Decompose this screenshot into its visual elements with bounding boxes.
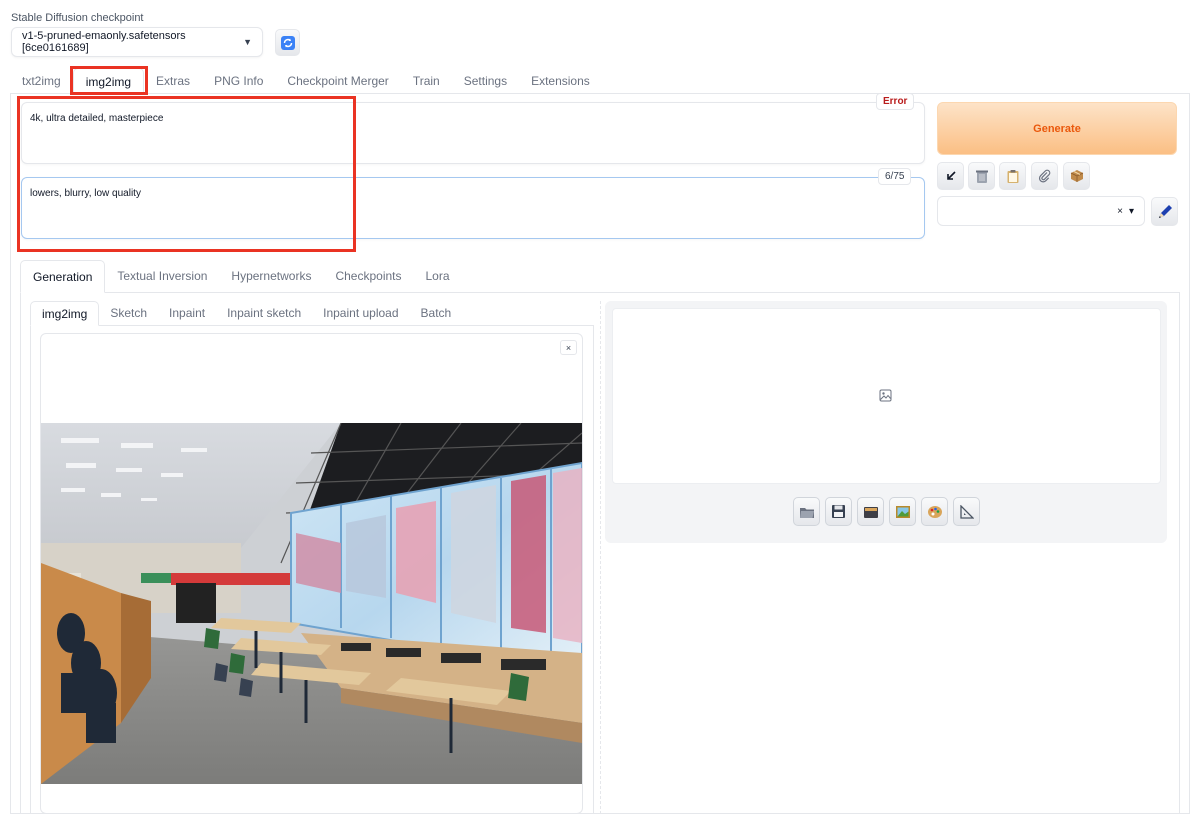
generate-button[interactable]: Generate bbox=[937, 102, 1177, 155]
trash-icon bbox=[975, 170, 988, 183]
error-badge: Error bbox=[876, 93, 915, 110]
checkpoint-label: Stable Diffusion checkpoint bbox=[11, 12, 144, 24]
tab-batch[interactable]: Batch bbox=[410, 301, 463, 326]
tab-checkpoint-merger[interactable]: Checkpoint Merger bbox=[275, 68, 400, 94]
negative-prompt-input[interactable]: lowers, blurry, low quality bbox=[21, 177, 925, 239]
chevron-down-icon: ▼ bbox=[243, 37, 252, 47]
column-divider bbox=[600, 301, 601, 814]
apply-style-button[interactable] bbox=[999, 162, 1026, 190]
tab-train[interactable]: Train bbox=[401, 68, 452, 94]
palette-icon bbox=[927, 505, 942, 518]
tab-png-info[interactable]: PNG Info bbox=[202, 68, 275, 94]
edit-style-button[interactable] bbox=[1151, 197, 1178, 226]
tab-sketch[interactable]: Sketch bbox=[99, 301, 158, 326]
save-style-button[interactable] bbox=[1063, 162, 1090, 190]
tab-textual-inversion[interactable]: Textual Inversion bbox=[105, 260, 219, 293]
checkpoint-value: v1-5-pruned-emaonly.safetensors [6ce0161… bbox=[22, 30, 186, 54]
read-params-button[interactable] bbox=[937, 162, 964, 190]
image-placeholder-icon bbox=[879, 389, 892, 402]
tab-inpaint-sketch[interactable]: Inpaint sketch bbox=[216, 301, 312, 326]
clear-icon[interactable]: × bbox=[1117, 206, 1123, 217]
generation-tabbar: Generation Textual Inversion Hypernetwor… bbox=[20, 260, 1180, 293]
paperclip-icon bbox=[1038, 169, 1050, 183]
arrow-icon bbox=[946, 171, 956, 180]
save-button[interactable] bbox=[825, 497, 852, 526]
tab-settings[interactable]: Settings bbox=[452, 68, 519, 94]
send-to-img2img-button[interactable] bbox=[889, 497, 916, 526]
tab-generation[interactable]: Generation bbox=[20, 260, 106, 293]
tab-img2img-mode[interactable]: img2img bbox=[30, 301, 100, 326]
pencil-icon bbox=[1158, 204, 1172, 218]
remove-image-button[interactable]: × bbox=[560, 340, 577, 355]
refresh-checkpoint-button[interactable] bbox=[275, 29, 300, 56]
tab-inpaint[interactable]: Inpaint bbox=[158, 301, 216, 326]
open-folder-button[interactable] bbox=[793, 497, 820, 526]
img2img-mode-tabbar: img2img Sketch Inpaint Inpaint sketch In… bbox=[30, 301, 594, 326]
main-tabbar: txt2img img2img Extras PNG Info Checkpoi… bbox=[10, 68, 1190, 94]
styles-select[interactable]: × ▾ bbox=[937, 196, 1145, 226]
tab-extras[interactable]: Extras bbox=[144, 68, 202, 94]
save-icon bbox=[832, 505, 845, 518]
chevron-down-icon: ▾ bbox=[1128, 205, 1134, 217]
token-counter: 6/75 bbox=[878, 168, 912, 185]
image-icon bbox=[895, 505, 910, 518]
zip-button[interactable] bbox=[857, 497, 884, 526]
folder-icon bbox=[799, 507, 814, 518]
send-to-extras-button[interactable] bbox=[953, 497, 980, 526]
clipboard-icon bbox=[1007, 169, 1018, 183]
ruler-icon bbox=[960, 504, 974, 519]
archive-icon bbox=[863, 506, 878, 518]
package-icon bbox=[1070, 170, 1083, 182]
checkpoint-select[interactable]: v1-5-pruned-emaonly.safetensors [6ce0161… bbox=[11, 27, 263, 57]
extra-networks-button[interactable] bbox=[1031, 162, 1058, 190]
prompt-input[interactable]: 4k, ultra detailed, masterpiece bbox=[21, 102, 925, 164]
clear-prompt-button[interactable] bbox=[968, 162, 995, 190]
tab-img2img[interactable]: img2img bbox=[72, 68, 145, 94]
tab-checkpoints[interactable]: Checkpoints bbox=[323, 260, 413, 293]
tab-inpaint-upload[interactable]: Inpaint upload bbox=[312, 301, 409, 326]
input-image bbox=[41, 423, 582, 784]
tab-hypernetworks[interactable]: Hypernetworks bbox=[219, 260, 323, 293]
tab-extensions[interactable]: Extensions bbox=[519, 68, 602, 94]
tab-txt2img[interactable]: txt2img bbox=[10, 68, 73, 94]
tab-lora[interactable]: Lora bbox=[414, 260, 462, 293]
refresh-icon bbox=[280, 35, 295, 50]
send-to-inpaint-button[interactable] bbox=[921, 497, 948, 526]
